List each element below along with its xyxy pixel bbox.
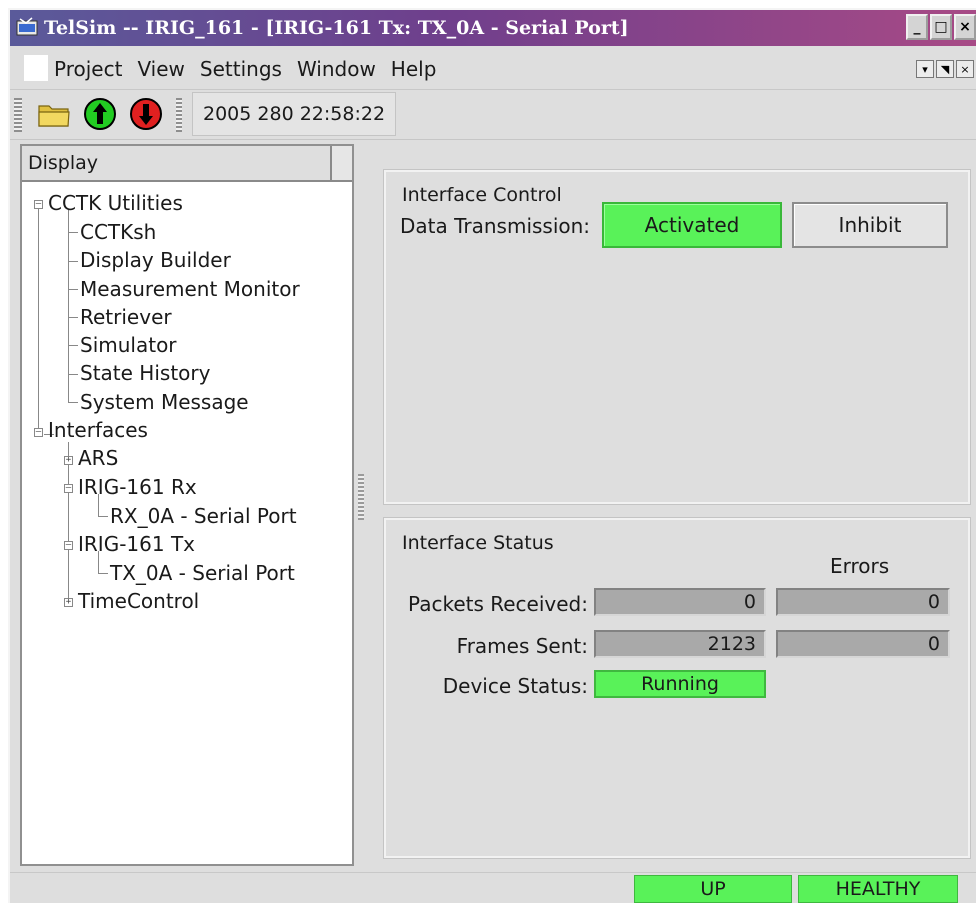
expand-toggle[interactable]: – <box>64 541 73 550</box>
tree-header-label: Display <box>28 152 99 174</box>
menu-view[interactable]: View <box>137 57 184 81</box>
tree-connector <box>68 289 78 290</box>
mdi-menu-button[interactable]: ▾ <box>916 60 934 78</box>
tree-connector <box>68 374 78 375</box>
document-icon[interactable] <box>24 55 48 81</box>
tree-node-system-message[interactable]: System Message <box>80 389 249 415</box>
interface-status-title: Interface Status <box>402 532 554 554</box>
title-bar[interactable]: TelSim -- IRIG_161 - [IRIG-161 Tx: TX_0A… <box>10 10 976 46</box>
expand-toggle[interactable]: – <box>34 428 43 437</box>
tree-connector <box>68 261 78 262</box>
tree-node-retriever[interactable]: Retriever <box>80 304 172 330</box>
tree-node-state-history[interactable]: State History <box>80 360 210 386</box>
menu-settings[interactable]: Settings <box>200 57 282 81</box>
toolbar-separator <box>176 98 182 132</box>
tree-node-time-control[interactable]: TimeControl <box>78 588 199 614</box>
maximize-button[interactable]: □ <box>930 14 952 40</box>
tree-node-cctk-utilities[interactable]: CCTK Utilities <box>48 190 183 216</box>
upload-arrow-icon[interactable] <box>82 96 118 132</box>
window-controls: _ □ × <box>906 14 976 40</box>
toolbar: 2005 280 22:58:22 <box>10 90 976 140</box>
mdi-controls: ▾ ◥ × <box>916 60 974 78</box>
status-bar: UP HEALTHY <box>10 872 976 903</box>
tree-node-cctksh[interactable]: CCTKsh <box>80 219 156 245</box>
toolbar-grip[interactable] <box>14 98 22 132</box>
tree-connector <box>98 573 108 574</box>
interface-status-group: Interface Status Errors Packets Received… <box>383 517 971 859</box>
close-button[interactable]: × <box>954 14 976 40</box>
health-status-indicator: HEALTHY <box>798 875 958 903</box>
tree-node-irig-rx[interactable]: IRIG-161 Rx <box>78 474 197 500</box>
packets-received-label: Packets Received: <box>408 592 588 616</box>
frames-sent-label: Frames Sent: <box>456 634 588 658</box>
tree-connector <box>38 208 39 434</box>
tree-node-tx-0a[interactable]: TX_0A - Serial Port <box>110 560 295 586</box>
inhibit-button[interactable]: Inhibit <box>792 202 948 248</box>
interface-control-title: Interface Control <box>402 184 562 206</box>
expand-toggle[interactable]: – <box>64 484 73 493</box>
download-arrow-icon[interactable] <box>128 96 164 132</box>
tree-connector <box>68 345 78 346</box>
tree-column-header[interactable]: Display <box>22 146 352 182</box>
open-folder-icon[interactable] <box>36 96 72 132</box>
splitter-grip[interactable] <box>358 474 364 520</box>
mdi-close-button[interactable]: × <box>956 60 974 78</box>
display-tree-panel: Display – CCTK Utilities CCTKsh Display … <box>20 144 354 866</box>
errors-column-header: Errors <box>830 554 890 578</box>
tree-node-simulator[interactable]: Simulator <box>80 332 177 358</box>
expand-toggle[interactable]: + <box>64 598 73 607</box>
window-title: TelSim -- IRIG_161 - [IRIG-161 Tx: TX_0A… <box>44 17 629 39</box>
app-icon <box>16 17 38 36</box>
frames-sent-value: 2123 <box>594 630 766 658</box>
minimize-button[interactable]: _ <box>906 14 928 40</box>
tree-header-button[interactable] <box>330 146 352 180</box>
clock-display: 2005 280 22:58:22 <box>192 92 396 136</box>
tree-node-rx-0a[interactable]: RX_0A - Serial Port <box>110 503 297 529</box>
panel-splitter[interactable] <box>354 144 370 866</box>
expand-toggle[interactable]: + <box>64 456 73 465</box>
menu-project[interactable]: Project <box>54 57 122 81</box>
device-status-value: Running <box>594 670 766 698</box>
tree-connector <box>68 442 69 602</box>
packets-received-errors: 0 <box>776 588 950 616</box>
device-status-label: Device Status: <box>442 674 588 698</box>
tree-connector <box>98 516 108 517</box>
frames-sent-errors: 0 <box>776 630 950 658</box>
tree-node-measurement-monitor[interactable]: Measurement Monitor <box>80 276 300 302</box>
main-window: TelSim -- IRIG_161 - [IRIG-161 Tx: TX_0A… <box>8 8 976 903</box>
tree-connector <box>68 232 78 233</box>
tree-connector <box>68 317 78 318</box>
tree-node-ars[interactable]: ARS <box>78 445 118 471</box>
mdi-restore-button[interactable]: ◥ <box>936 60 954 78</box>
link-status-indicator: UP <box>634 875 792 903</box>
menu-window[interactable]: Window <box>297 57 376 81</box>
activated-button[interactable]: Activated <box>602 202 782 248</box>
tree-node-irig-tx[interactable]: IRIG-161 Tx <box>78 531 195 557</box>
menu-bar: Project View Settings Window Help ▾ ◥ × <box>10 46 976 90</box>
expand-toggle[interactable]: – <box>34 200 43 209</box>
interface-control-group: Interface Control Data Transmission: Act… <box>383 169 971 505</box>
tree-node-display-builder[interactable]: Display Builder <box>80 247 231 273</box>
menu-help[interactable]: Help <box>391 57 437 81</box>
tree-connector <box>68 402 78 403</box>
packets-received-value: 0 <box>594 588 766 616</box>
data-transmission-label: Data Transmission: <box>400 214 591 238</box>
tree-node-interfaces[interactable]: Interfaces <box>48 417 148 443</box>
